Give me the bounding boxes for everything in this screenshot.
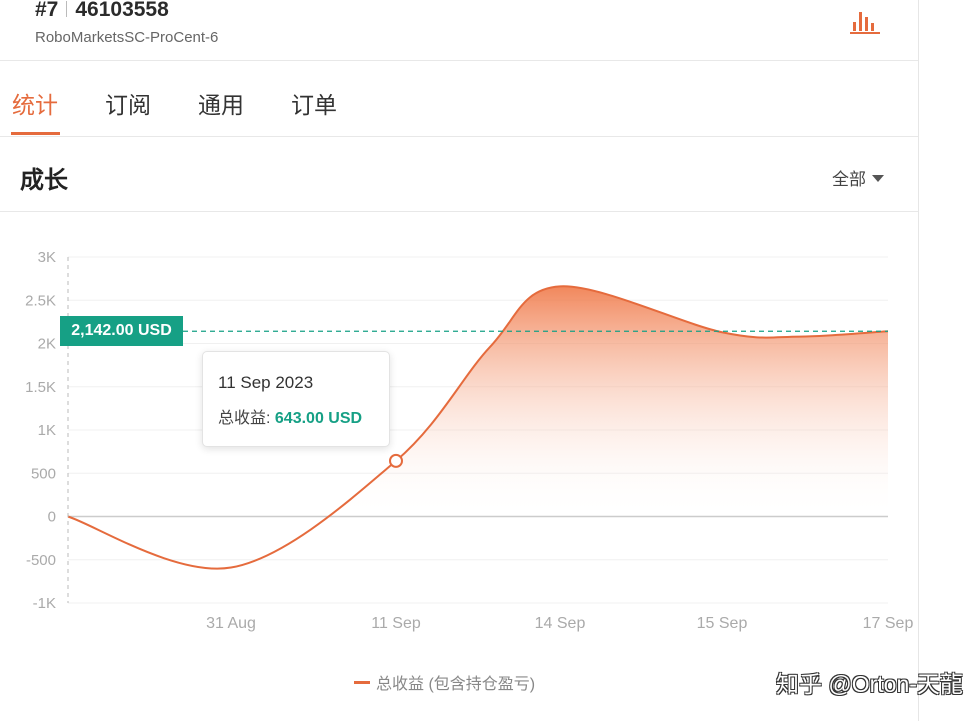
watermark: 知乎 @Orton-天龍 <box>776 671 963 697</box>
x-tick-label: 31 Aug <box>206 615 256 632</box>
x-tick-label: 11 Sep <box>371 615 421 632</box>
y-tick-label: 2.5K <box>25 292 56 309</box>
growth-chart: 3K 2.5K 2K 1.5K 1K 500 0 -500 -1K 31 Aug 11 Sep 14… <box>25 249 914 632</box>
current-value-badge: 2,142.00 USD <box>60 316 183 346</box>
chart-legend[interactable]: 总收益 (包含持仓盈亏) <box>354 670 535 694</box>
y-tick-label: 0 <box>48 509 56 526</box>
tooltip-label: 总收益: <box>218 410 271 427</box>
x-tick-label: 15 Sep <box>697 615 748 632</box>
series-area <box>68 286 888 569</box>
y-tick-label: 1K <box>38 422 56 439</box>
y-tick-label: 500 <box>31 465 56 482</box>
chart-tooltip: 11 Sep 2023 总收益: 643.00 USD <box>202 351 390 447</box>
y-tick-label: 3K <box>38 249 56 266</box>
y-tick-label: -1K <box>33 595 56 612</box>
y-tick-label: 2K <box>38 336 56 353</box>
tooltip-value: 643.00 USD <box>274 410 363 427</box>
legend-swatch <box>354 681 370 684</box>
tooltip-date: 11 Sep 2023 <box>218 373 314 392</box>
y-tick-label: -500 <box>26 552 56 569</box>
x-tick-label: 14 Sep <box>535 615 586 632</box>
legend-label: 总收益 (包含持仓盈亏) <box>376 676 536 693</box>
tooltip-row: 总收益: 643.00 USD <box>218 404 362 428</box>
y-tick-label: 1.5K <box>25 379 56 396</box>
x-tick-label: 17 Sep <box>863 615 914 632</box>
highlighted-point[interactable] <box>389 453 403 468</box>
